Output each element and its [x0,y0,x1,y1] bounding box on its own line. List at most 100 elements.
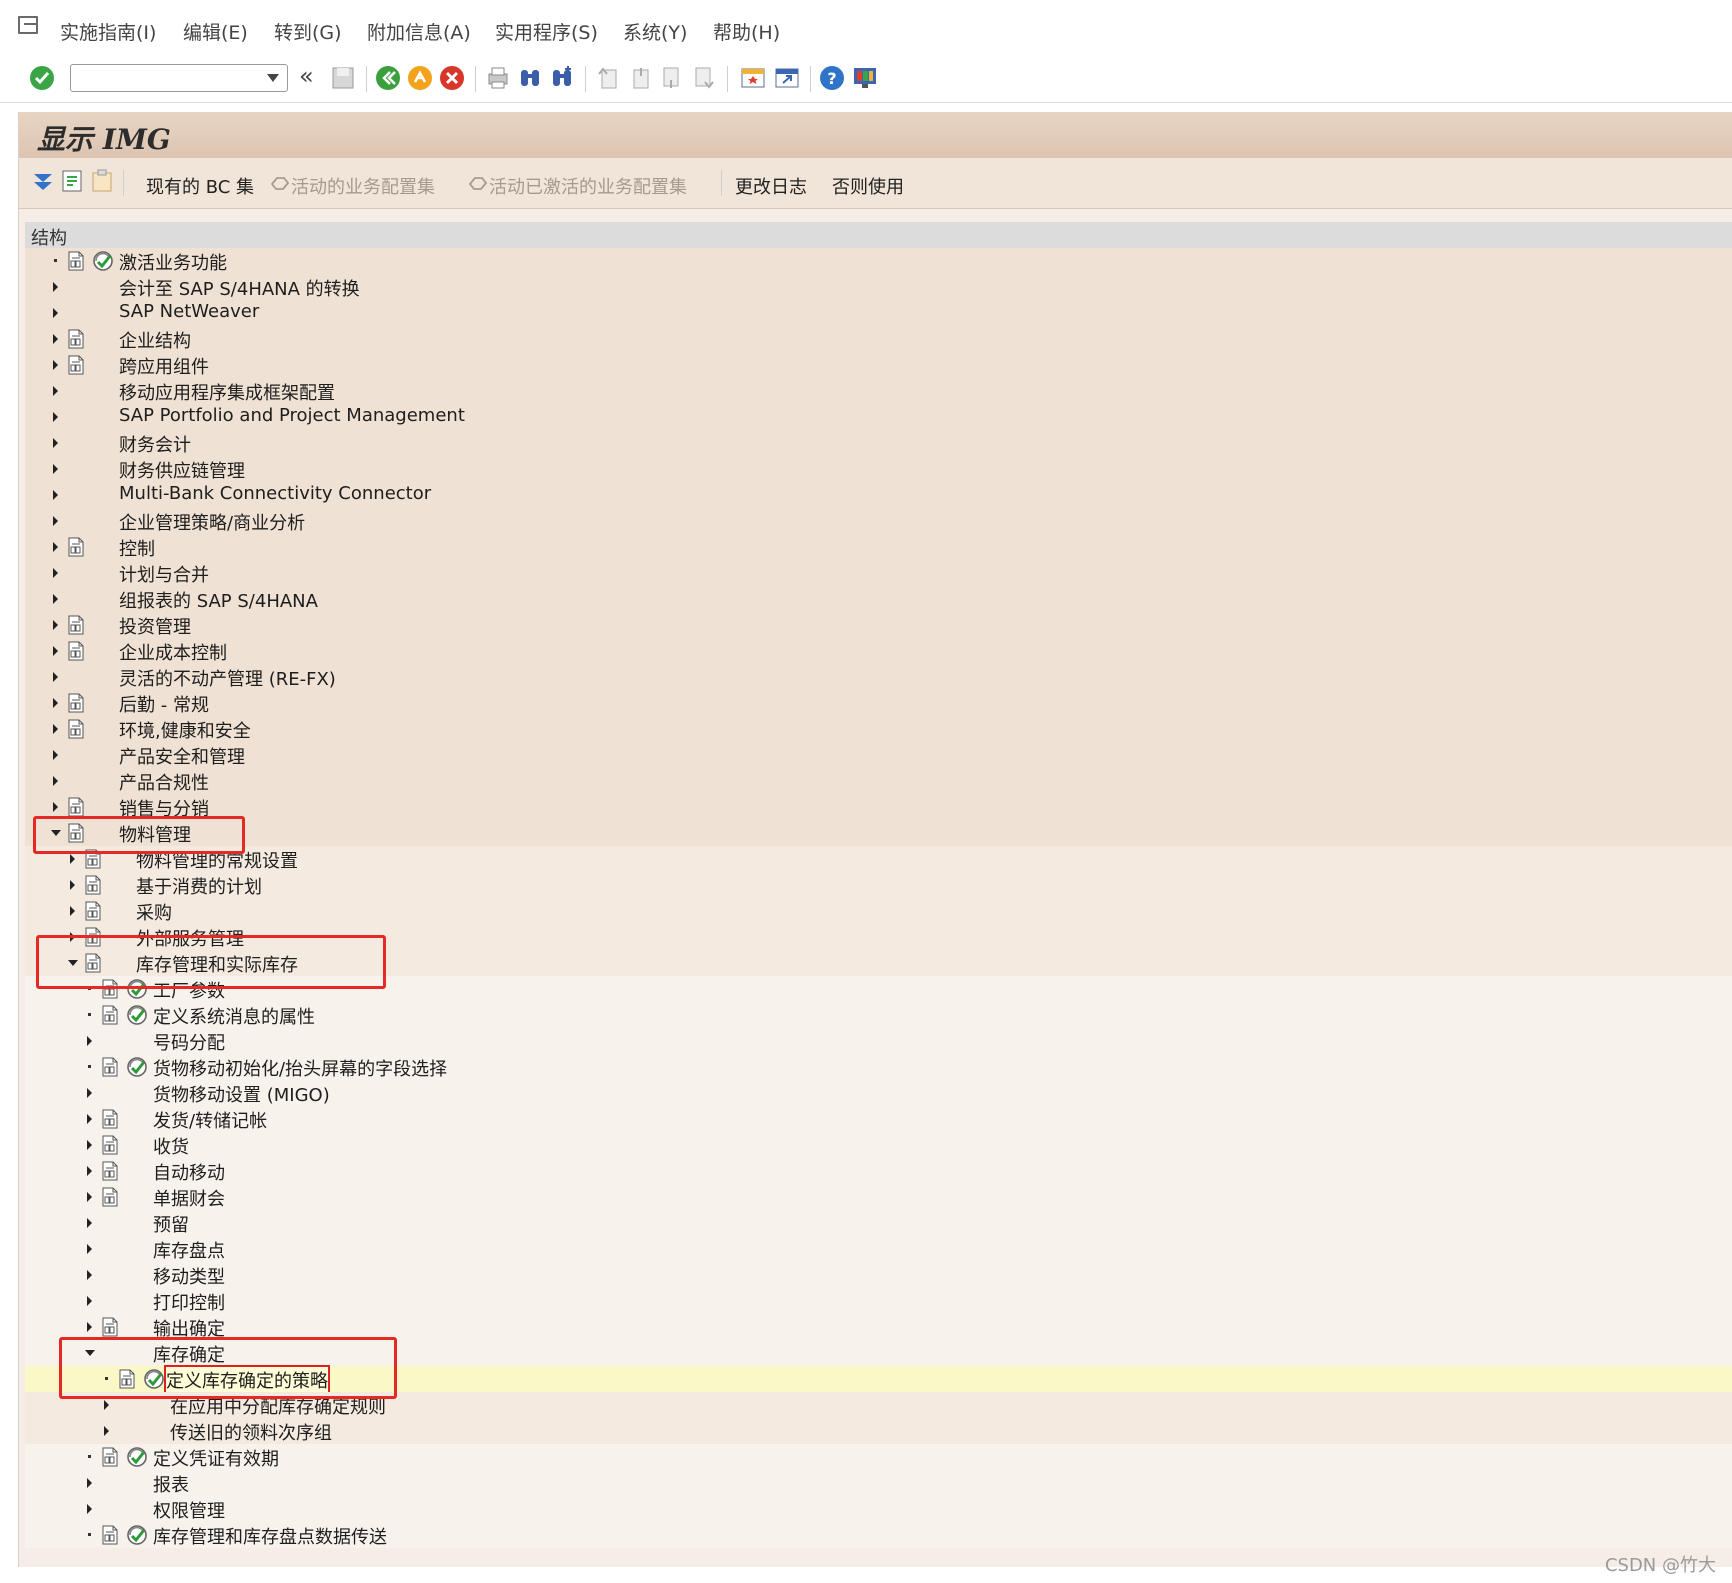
layout-menu-icon[interactable] [851,64,879,92]
tree-node-label[interactable]: 采购 [136,899,172,925]
tree-row[interactable]: 自动移动 [25,1158,1732,1184]
tree-row[interactable]: 企业成本控制 [25,638,1732,664]
tree-node-label[interactable]: 激活业务功能 [119,249,227,275]
tree-row[interactable]: SAP Portfolio and Project Management [25,404,1732,430]
execute-activity-icon[interactable] [91,249,115,273]
expand-arrow-icon[interactable] [87,1192,92,1202]
tree-row[interactable]: 传送旧的领料次序组 [25,1418,1732,1444]
tree-node-label[interactable]: SAP Portfolio and Project Management [119,405,465,426]
documentation-icon[interactable] [99,1524,121,1546]
command-field[interactable] [70,64,288,92]
expand-arrow-icon[interactable] [87,1504,92,1514]
tree-row[interactable]: 移动应用程序集成框架配置 [25,378,1732,404]
tree-node-label[interactable]: SAP NetWeaver [119,301,259,322]
documentation-icon[interactable] [99,1108,121,1130]
tree-row[interactable]: 库存盘点 [25,1236,1732,1262]
documentation-icon[interactable] [82,874,104,896]
tree-row[interactable]: 号码分配 [25,1028,1732,1054]
documentation-icon[interactable] [65,718,87,740]
tree-row[interactable]: 后勤 - 常规 [25,690,1732,716]
expand-arrow-icon[interactable] [87,1296,92,1306]
tree-node-label[interactable]: 库存盘点 [153,1237,225,1263]
menu-goto[interactable]: 转到(G) [274,18,342,45]
tree-node-label[interactable]: Multi-Bank Connectivity Connector [119,483,431,504]
tree-row[interactable]: 组报表的 SAP S/4HANA [25,586,1732,612]
find-next-icon[interactable] [548,64,576,92]
tree-node-label[interactable]: 移动类型 [153,1263,225,1289]
expand-arrow-icon[interactable] [87,1166,92,1176]
collapse-chevron-icon[interactable]: « [299,62,314,90]
tree-node-label[interactable]: 移动应用程序集成框架配置 [119,379,335,405]
tree-row[interactable]: 货物移动设置 (MIGO) [25,1080,1732,1106]
tree-row[interactable]: 跨应用组件 [25,352,1732,378]
expand-arrow-icon[interactable] [53,620,58,630]
documentation-icon[interactable] [65,354,87,376]
expand-arrow-icon[interactable] [87,1270,92,1280]
previous-page-icon[interactable] [626,64,654,92]
tree-node-label[interactable]: 号码分配 [153,1029,225,1055]
expand-arrow-icon[interactable] [70,906,75,916]
tree-node-label[interactable]: 自动移动 [153,1159,225,1185]
execute-activity-icon[interactable] [125,1523,149,1547]
menu-help[interactable]: 帮助(H) [713,18,780,45]
tree-node-label[interactable]: 财务供应链管理 [119,457,245,483]
tree-node-label[interactable]: 报表 [153,1471,189,1497]
expand-arrow-icon[interactable] [87,1218,92,1228]
expand-arrow-icon[interactable] [53,646,58,656]
expand-arrow-icon[interactable] [53,282,58,292]
tree-row[interactable]: 货物移动初始化/抬头屏幕的字段选择 [25,1054,1732,1080]
tree-row[interactable]: 环境,健康和安全 [25,716,1732,742]
tree-node-label[interactable]: 权限管理 [153,1497,225,1523]
tree-node-label[interactable]: 跨应用组件 [119,353,209,379]
first-page-icon[interactable] [594,64,622,92]
enter-icon[interactable] [28,64,56,92]
documentation-icon[interactable] [99,1186,121,1208]
expand-arrow-icon[interactable] [53,334,58,344]
tree-node-label[interactable]: 货物移动初始化/抬头屏幕的字段选择 [153,1055,447,1081]
otherwise-use-button[interactable]: 否则使用 [832,173,904,199]
documentation-icon[interactable] [65,614,87,636]
expand-arrow-icon[interactable] [53,386,58,396]
documentation-icon[interactable] [99,1316,121,1338]
tree-row[interactable]: SAP NetWeaver [25,300,1732,326]
expand-arrow-icon[interactable] [87,1478,92,1488]
clipboard-icon[interactable] [89,168,115,194]
documentation-icon[interactable] [99,1134,121,1156]
expand-arrow-icon[interactable] [53,490,58,500]
expand-arrow-icon[interactable] [53,672,58,682]
tree-node-label[interactable]: 打印控制 [153,1289,225,1315]
expand-arrow-icon[interactable] [70,880,75,890]
exit-icon[interactable] [406,64,434,92]
tree-row[interactable]: 收货 [25,1132,1732,1158]
execute-activity-icon[interactable] [125,1055,149,1079]
save-icon[interactable] [329,64,357,92]
existing-bc-sets-button[interactable]: 现有的 BC 集 [146,173,254,199]
expand-arrow-icon[interactable] [87,1036,92,1046]
tree-node-label[interactable]: 单据财会 [153,1185,225,1211]
documentation-icon[interactable] [99,1004,121,1026]
tree-node-label[interactable]: 预留 [153,1211,189,1237]
expand-arrow-icon[interactable] [70,854,75,864]
expand-subtree-icon[interactable] [31,170,55,194]
documentation-icon[interactable] [65,640,87,662]
documentation-icon[interactable] [65,536,87,558]
tree-row[interactable]: 投资管理 [25,612,1732,638]
documentation-icon[interactable] [99,1160,121,1182]
tree-row[interactable]: 财务会计 [25,430,1732,456]
menu-utilities[interactable]: 实用程序(S) [495,18,598,45]
tree-row[interactable]: 打印控制 [25,1288,1732,1314]
cancel-icon[interactable] [438,64,466,92]
last-page-icon[interactable] [690,64,718,92]
where-used-icon[interactable] [59,168,85,194]
menu-edit[interactable]: 编辑(E) [183,18,248,45]
expand-arrow-icon[interactable] [104,1400,109,1410]
tree-row[interactable]: 定义系统消息的属性 [25,1002,1732,1028]
expand-arrow-icon[interactable] [53,464,58,474]
tree-node-label[interactable]: 基于消费的计划 [136,873,262,899]
tree-row[interactable]: 报表 [25,1470,1732,1496]
expand-arrow-icon[interactable] [87,1088,92,1098]
tree-node-label[interactable]: 产品安全和管理 [119,743,245,769]
tree-node-label[interactable]: 控制 [119,535,155,561]
expand-arrow-icon[interactable] [53,802,58,812]
expand-arrow-icon[interactable] [87,1114,92,1124]
